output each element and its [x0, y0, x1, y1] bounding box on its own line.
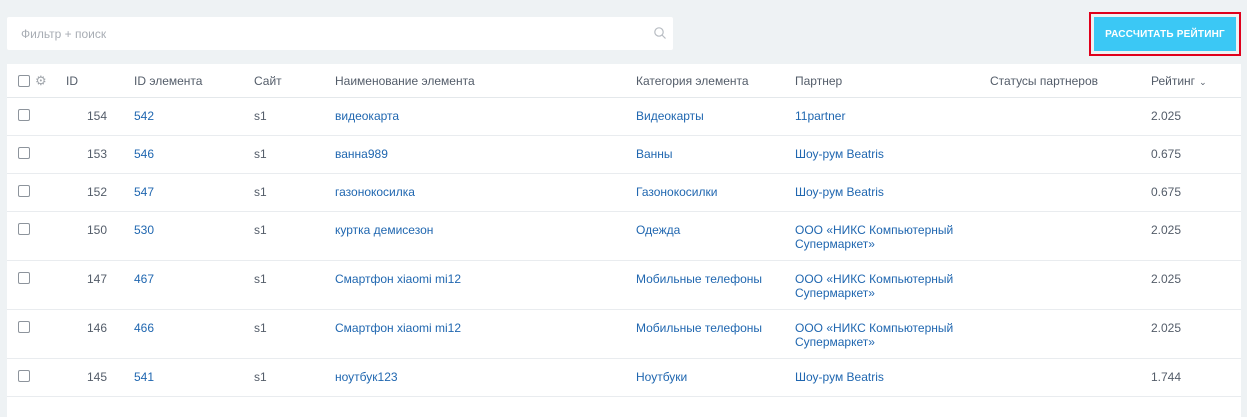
- row-name[interactable]: ванна989: [335, 147, 388, 161]
- row-category[interactable]: Ноутбуки: [636, 370, 687, 384]
- table-row[interactable]: 154 542 s1 видеокарта Видеокарты 11partn…: [7, 98, 1241, 136]
- row-checkbox[interactable]: [18, 321, 30, 333]
- calculate-rating-button[interactable]: РАССЧИТАТЬ РЕЙТИНГ: [1094, 17, 1236, 51]
- row-rating: 2.025: [1151, 272, 1182, 286]
- header-rating-wrap[interactable]: Рейтинг ⌄: [1151, 74, 1207, 89]
- gear-icon[interactable]: ⚙: [35, 74, 49, 88]
- row-element-id[interactable]: 466: [134, 321, 154, 335]
- row-rating: 0.675: [1151, 185, 1182, 199]
- row-rating: 1.744: [1151, 370, 1182, 384]
- header-statuses[interactable]: Статусы партнеров: [990, 74, 1098, 88]
- row-category[interactable]: Мобильные телефоны: [636, 321, 762, 335]
- header-id[interactable]: ID: [66, 74, 78, 88]
- row-id: 150: [86, 223, 107, 237]
- row-checkbox[interactable]: [18, 147, 30, 159]
- table-row[interactable]: 152 547 s1 газонокосилка Газонокосилки Ш…: [7, 174, 1241, 212]
- row-checkbox[interactable]: [18, 109, 30, 121]
- search-box[interactable]: [7, 17, 673, 50]
- table-row[interactable]: 150 530 s1 куртка демисезон Одежда ООО «…: [7, 212, 1241, 261]
- row-id: 147: [86, 272, 107, 286]
- row-site: s1: [254, 185, 267, 199]
- row-id: 154: [86, 109, 107, 123]
- row-element-id[interactable]: 541: [134, 370, 154, 384]
- row-name[interactable]: Смартфон xiaomi mi12: [335, 272, 461, 286]
- row-partner[interactable]: Шоу-рум Beatris: [795, 147, 975, 161]
- row-name[interactable]: куртка демисезон: [335, 223, 433, 237]
- highlight-frame: РАССЧИТАТЬ РЕЙТИНГ: [1089, 12, 1241, 56]
- row-rating: 2.025: [1151, 109, 1182, 123]
- header-rating: Рейтинг: [1151, 74, 1196, 88]
- row-element-id[interactable]: 542: [134, 109, 154, 123]
- row-rating: 2.025: [1151, 223, 1182, 237]
- header-site[interactable]: Сайт: [254, 74, 282, 88]
- row-site: s1: [254, 321, 267, 335]
- row-element-id[interactable]: 546: [134, 147, 154, 161]
- table-row[interactable]: 146 466 s1 Смартфон xiaomi mi12 Мобильны…: [7, 310, 1241, 359]
- row-name[interactable]: ноутбук123: [335, 370, 398, 384]
- header-name[interactable]: Наименование элемента: [335, 74, 475, 88]
- row-name[interactable]: газонокосилка: [335, 185, 415, 199]
- row-element-id[interactable]: 467: [134, 272, 154, 286]
- header-element-id[interactable]: ID элемента: [134, 74, 202, 88]
- row-category[interactable]: Газонокосилки: [636, 185, 717, 199]
- toolbar: РАССЧИТАТЬ РЕЙТИНГ: [0, 0, 1247, 64]
- row-rating: 0.675: [1151, 147, 1182, 161]
- row-partner[interactable]: ООО «НИКС Компьютерный Супермаркет»: [795, 321, 975, 349]
- row-checkbox[interactable]: [18, 223, 30, 235]
- row-id: 153: [86, 147, 107, 161]
- row-id: 146: [86, 321, 107, 335]
- row-rating: 2.025: [1151, 321, 1182, 335]
- table-row[interactable]: 145 541 s1 ноутбук123 Ноутбуки Шоу-рум B…: [7, 359, 1241, 397]
- row-name[interactable]: видеокарта: [335, 109, 399, 123]
- row-site: s1: [254, 272, 267, 286]
- row-category[interactable]: Ванны: [636, 147, 673, 161]
- select-all-checkbox[interactable]: [18, 75, 30, 87]
- row-category[interactable]: Видеокарты: [636, 109, 704, 123]
- elements-table: ⚙ ID ID элемента Сайт Наименование элеме…: [7, 64, 1241, 417]
- row-id: 152: [86, 185, 107, 199]
- row-partner[interactable]: 11partner: [795, 109, 975, 123]
- row-checkbox[interactable]: [18, 185, 30, 197]
- row-site: s1: [254, 370, 267, 384]
- row-partner[interactable]: Шоу-рум Beatris: [795, 185, 975, 199]
- row-element-id[interactable]: 547: [134, 185, 154, 199]
- search-input[interactable]: [21, 17, 621, 50]
- row-site: s1: [254, 109, 267, 123]
- row-name[interactable]: Смартфон xiaomi mi12: [335, 321, 461, 335]
- row-category[interactable]: Одежда: [636, 223, 680, 237]
- row-partner[interactable]: Шоу-рум Beatris: [795, 370, 975, 384]
- table-row[interactable]: 153 546 s1 ванна989 Ванны Шоу-рум Beatri…: [7, 136, 1241, 174]
- row-partner[interactable]: ООО «НИКС Компьютерный Супермаркет»: [795, 272, 975, 300]
- row-checkbox[interactable]: [18, 272, 30, 284]
- row-site: s1: [254, 223, 267, 237]
- row-partner[interactable]: ООО «НИКС Компьютерный Супермаркет»: [795, 223, 975, 251]
- search-icon[interactable]: [653, 26, 667, 40]
- chevron-down-icon: ⌄: [1199, 77, 1207, 87]
- row-id: 145: [86, 370, 107, 384]
- row-checkbox[interactable]: [18, 370, 30, 382]
- table-row[interactable]: 147 467 s1 Смартфон xiaomi mi12 Мобильны…: [7, 261, 1241, 310]
- row-category[interactable]: Мобильные телефоны: [636, 272, 762, 286]
- header-category[interactable]: Категория элемента: [636, 74, 749, 88]
- row-element-id[interactable]: 530: [134, 223, 154, 237]
- header-partner[interactable]: Партнер: [795, 74, 842, 88]
- row-site: s1: [254, 147, 267, 161]
- table-header: ⚙ ID ID элемента Сайт Наименование элеме…: [7, 64, 1241, 98]
